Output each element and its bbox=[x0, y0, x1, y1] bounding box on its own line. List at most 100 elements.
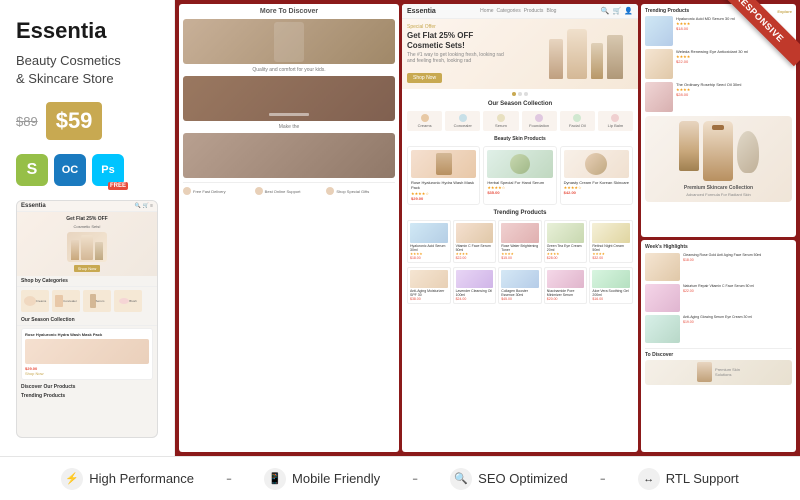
sale-price: $59 bbox=[46, 102, 103, 140]
featured-jar bbox=[737, 131, 759, 173]
mobile-nav-icons: 🔍 🛒 ≡ bbox=[135, 203, 153, 209]
lifestyle-block: More To Discover Quality and comfort for… bbox=[179, 4, 399, 452]
user-icon[interactable]: 👤 bbox=[624, 7, 633, 15]
cat-concealer-label: Concealer bbox=[454, 123, 472, 128]
mobile-brand: Essentia bbox=[21, 203, 46, 209]
dot-3[interactable] bbox=[524, 92, 528, 96]
separator-1: - bbox=[222, 468, 236, 489]
trend-6-img bbox=[410, 270, 448, 288]
mobile-hero: Get Flat 25% OFF Cosmetic Sets! Shop Now bbox=[17, 212, 157, 276]
sidebar-p1-price: $18.00 bbox=[676, 26, 735, 31]
app-wrapper: Essentia Beauty Cosmetics & Skincare Sto… bbox=[0, 0, 800, 500]
dot-2[interactable] bbox=[518, 92, 522, 96]
season-product-2-price: $35.00 bbox=[487, 190, 552, 195]
season-product-3: Dynasty Cream For Korean Skincare ★★★★☆ … bbox=[560, 146, 633, 204]
mobile-topbar: Essentia 🔍 🛒 ≡ bbox=[17, 201, 157, 212]
trend-8-price: $45.00 bbox=[501, 297, 539, 301]
week-p3-price: $19.00 bbox=[683, 320, 752, 324]
high-performance-icon: ⚡ bbox=[61, 468, 83, 490]
price-container: $89 $59 bbox=[16, 102, 158, 140]
featured-bottle-tall bbox=[679, 121, 699, 171]
cat-lip-balm[interactable]: Lip Balm bbox=[598, 111, 633, 131]
trend-1-name: Hyaluronic Acid Serum 30ml bbox=[410, 244, 448, 252]
hero-product-1 bbox=[549, 39, 563, 79]
dot-1[interactable] bbox=[512, 92, 516, 96]
cat-serum[interactable]: Serum bbox=[483, 111, 518, 131]
shop-now-btn[interactable]: Shop Now bbox=[407, 73, 442, 83]
sidebar-product-3: The Ordinary Rosehip Seed Oil 30ml ★★★★ … bbox=[645, 82, 792, 112]
discover-banner: Premium SkinSolutions bbox=[645, 360, 792, 385]
platform-icons: S OC Ps FREE bbox=[16, 154, 158, 186]
cat-creams[interactable]: Creams bbox=[407, 111, 442, 131]
explore-btn[interactable]: Explore bbox=[777, 9, 792, 14]
week-p2-price: $22.00 bbox=[683, 289, 754, 293]
lifestyle-img-1 bbox=[183, 19, 395, 64]
season-product-3-price: $42.00 bbox=[564, 190, 629, 195]
trend-10-img bbox=[592, 270, 630, 288]
trend-1: Hyaluronic Acid Serum 30ml ★★★★ $18.00 bbox=[407, 220, 451, 263]
cat-concealer[interactable]: Concealer bbox=[445, 111, 480, 131]
cat-foundation[interactable]: Foundation bbox=[522, 111, 557, 131]
mobile-cat-creams: Creams bbox=[21, 290, 49, 312]
trend-8: Collagen Booster Essence 30ml $45.00 bbox=[498, 267, 542, 304]
discover-desc: Premium SkinSolutions bbox=[715, 367, 740, 377]
sidebar-p2-info: Weleda Renewing Eye Antioxidant 30 ml ★★… bbox=[676, 49, 748, 79]
trend-10-price: $16.00 bbox=[592, 297, 630, 301]
mobile-shop-now-btn[interactable]: Shop Now bbox=[25, 371, 149, 376]
cat-facial-oil-icon bbox=[573, 114, 581, 122]
week-p3-img bbox=[645, 315, 680, 343]
trend-6: Anti-Aging Moisturizer SPF 30 $38.00 bbox=[407, 267, 451, 304]
cart-icon[interactable]: 🛒 bbox=[613, 7, 622, 15]
main-screenshot: Essentia Home Categories Products Blog 🔍… bbox=[402, 4, 638, 452]
more-to-discover: More To Discover bbox=[183, 8, 395, 15]
season-product-1-name: Rose Hyaluronic Hydra Wash Mask Pack bbox=[411, 180, 476, 190]
hero-text: Special Offer Get Flat 25% OFFCosmetic S… bbox=[407, 24, 544, 84]
store-header: Essentia Home Categories Products Blog 🔍… bbox=[402, 4, 638, 19]
bottom-bar: ⚡ High Performance - 📱 Mobile Friendly -… bbox=[0, 456, 800, 500]
trend-6-price: $38.00 bbox=[410, 297, 448, 301]
footer-label-1: Free Fast Delivery bbox=[193, 189, 226, 194]
discover-product-img bbox=[697, 362, 712, 382]
week-product-3: Anti-Aging Glowing Serum Eye Cream 30 ml… bbox=[645, 315, 792, 343]
col-main: Essentia Home Categories Products Blog 🔍… bbox=[402, 4, 638, 452]
lifestyle-caption-1: Quality and comfort for your kids. bbox=[183, 67, 395, 73]
trend-7: Lavender Cleansing Oil 100ml $24.00 bbox=[453, 267, 497, 304]
featured-bottle-main bbox=[703, 121, 733, 181]
separator-3: - bbox=[596, 468, 610, 489]
mobile-shop-now[interactable]: Shop Now bbox=[74, 265, 100, 272]
trend-5: Retinol Night Cream 50ml ★★★★ $32.00 bbox=[589, 220, 633, 263]
col-sidebar: Trending Products Explore Hyaluronic Aci… bbox=[641, 4, 796, 452]
trend-2-img bbox=[456, 223, 494, 243]
cat-creams-icon bbox=[421, 114, 429, 122]
week-product-1: Cleansing Rose Gold Anti Aging Face Seru… bbox=[645, 253, 792, 281]
footer-item-1: Free Fast Delivery bbox=[183, 187, 252, 195]
season-product-2-img bbox=[487, 150, 552, 178]
sidebar-p2-img bbox=[645, 49, 673, 79]
feature-rtl: ↔ RTL Support bbox=[610, 468, 767, 490]
original-price: $89 bbox=[16, 114, 38, 129]
feature-high-performance: ⚡ High Performance bbox=[33, 468, 222, 490]
feature-mobile-friendly: 📱 Mobile Friendly bbox=[236, 468, 408, 490]
cat-creams-label: Creams bbox=[418, 123, 432, 128]
featured-product-sub: Advanced Formula For Radiant Skin bbox=[650, 192, 787, 197]
categories-row: Creams Concealer Serum bbox=[402, 108, 638, 134]
season-title: Beauty Skin Products bbox=[402, 134, 638, 144]
season-product-1: Rose Hyaluronic Hydra Wash Mask Pack ★★★… bbox=[407, 146, 480, 204]
left-panel: Essentia Beauty Cosmetics & Skincare Sto… bbox=[0, 0, 175, 456]
sidebar-product-2: Weleda Renewing Eye Antioxidant 30 ml ★★… bbox=[645, 49, 792, 79]
mobile-friendly-label: Mobile Friendly bbox=[292, 471, 380, 486]
trend-10-name: Aloe Vera Soothing Gel 200ml bbox=[592, 289, 630, 297]
lifestyle-img-2 bbox=[183, 76, 395, 121]
search-icon[interactable]: 🔍 bbox=[601, 7, 610, 15]
trend-8-name: Collagen Booster Essence 30ml bbox=[501, 289, 539, 297]
seo-label: SEO Optimized bbox=[478, 471, 568, 486]
cat-foundation-label: Foundation bbox=[529, 123, 549, 128]
mobile-collection-title: Our Season Collection bbox=[17, 315, 157, 326]
footer-strip: Free Fast Delivery Best Online Support S… bbox=[183, 182, 395, 197]
separator-2: - bbox=[408, 468, 422, 489]
mobile-category-title: Shop by Categories bbox=[17, 276, 157, 287]
trend-9-name: Niacinamide Pore Minimizer Serum bbox=[547, 289, 585, 297]
cat-facial-oil[interactable]: Facial Oil bbox=[560, 111, 595, 131]
mobile-product-title: Rose Hyaluronic Hydra Wash Mask Pack bbox=[25, 332, 149, 337]
sidebar-p3-info: The Ordinary Rosehip Seed Oil 30ml ★★★★ … bbox=[676, 82, 741, 112]
